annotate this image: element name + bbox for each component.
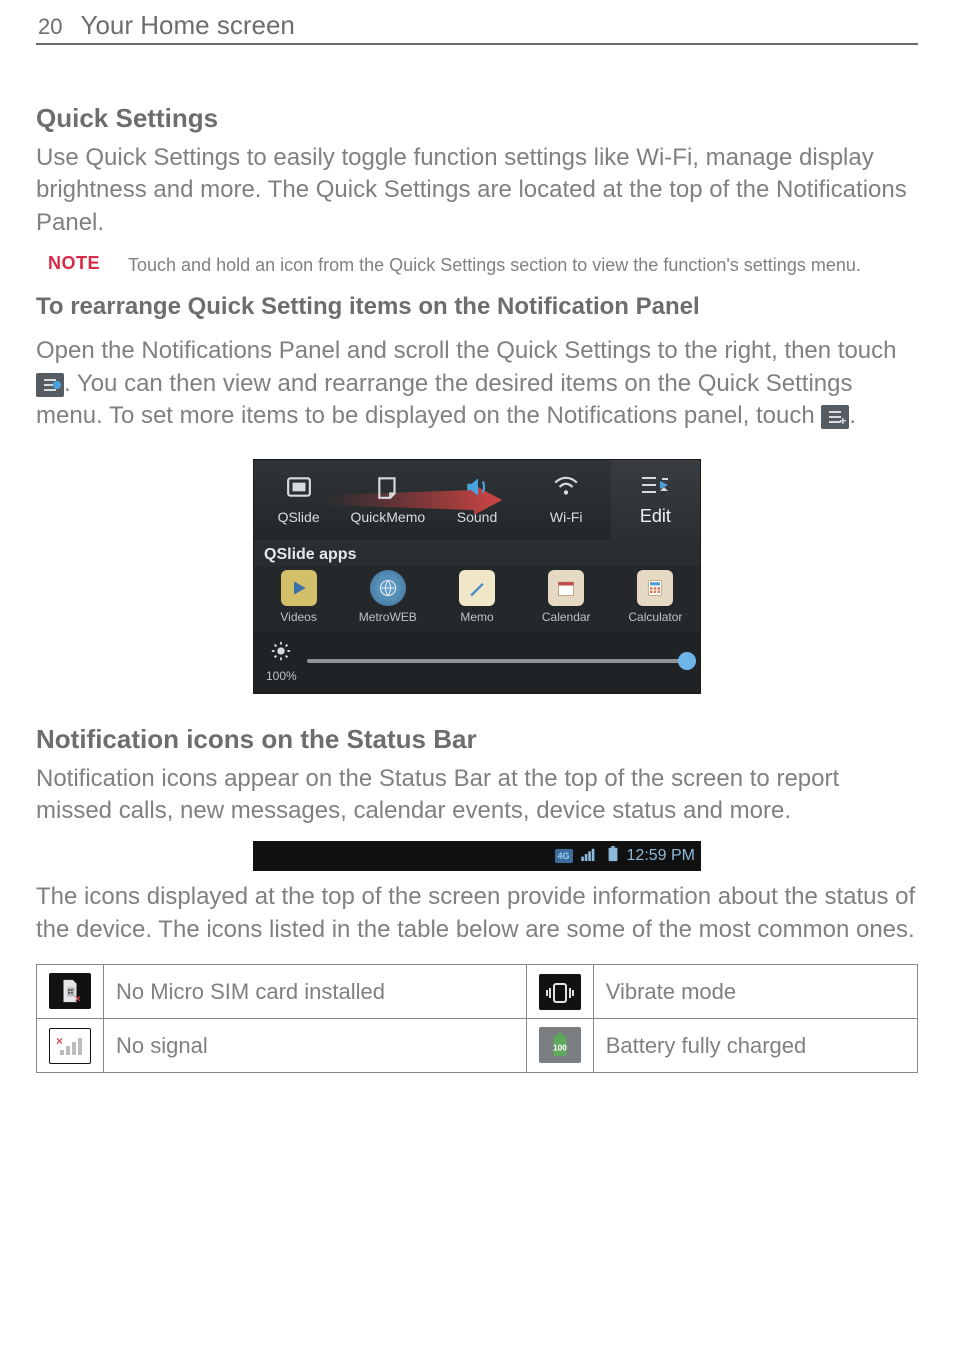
metroweb-icon [370,570,406,606]
app-label: MetroWEB [359,610,417,624]
rearrange-text-c: . [849,402,856,429]
qs-item-sound: Sound [432,460,521,540]
qslide-apps-title: QSlide apps [254,540,700,566]
quickmemo-icon [375,474,401,505]
qs-edit-button: Edit [611,460,700,540]
app-label: Videos [280,610,316,624]
icon-desc: Vibrate mode [593,965,917,1019]
icon-cell-batt-full: 100 [526,1019,593,1073]
videos-icon [281,570,317,606]
quick-settings-row: QSlide QuickMemo Sound Wi-Fi [254,460,700,540]
app-label: Calendar [542,610,591,624]
notification-icons-heading: Notification icons on the Status Bar [36,724,918,755]
rearrange-text-b: . You can then view and rearrange the de… [36,370,852,429]
icon-cell-vibrate [526,965,593,1019]
no-sim-icon: × [49,973,91,1009]
icon-desc: Battery fully charged [593,1019,917,1073]
edit-icon [640,473,670,502]
sound-icon [464,474,490,505]
signal-icon [581,847,599,866]
svg-text:100: 100 [553,1043,567,1053]
qs-label: QuickMemo [350,509,425,525]
edit-label: Edit [640,506,671,527]
battery-icon [607,846,619,867]
quick-settings-heading: Quick Settings [36,103,918,134]
app-label: Memo [460,610,493,624]
note-text: Touch and hold an icon from the Quick Se… [128,253,861,277]
app-metroweb: MetroWEB [343,570,432,624]
qslide-icon [286,474,312,505]
no-signal-icon: × [49,1028,91,1064]
status-icons-table: × No Micro SIM card installed Vibrate mo… [36,964,918,1073]
quick-settings-panel-figure: QSlide QuickMemo Sound Wi-Fi [253,459,701,694]
table-row: × No Micro SIM card installed Vibrate mo… [37,965,918,1019]
note-label: NOTE [48,253,100,277]
app-videos: Videos [254,570,343,624]
rearrange-body: Open the Notifications Panel and scroll … [36,335,918,432]
slider-thumb [678,652,696,670]
icon-desc: No signal [104,1019,527,1073]
memo-icon [459,570,495,606]
page-title: Your Home screen [80,10,294,41]
svg-text:×: × [75,994,81,1004]
vibrate-icon [539,974,581,1010]
status-time: 12:59 PM [627,847,695,865]
icon-desc: No Micro SIM card installed [104,965,527,1019]
app-memo: Memo [432,570,521,624]
app-calculator: Calculator [611,570,700,624]
brightness-slider-row: 100% [254,632,700,693]
table-row: × No signal 100 Battery fully charged [37,1019,918,1073]
wifi-icon [553,474,579,505]
app-label: Calculator [628,610,682,624]
svg-text:×: × [56,1035,63,1048]
add-list-icon: + [821,405,849,429]
note-block: NOTE Touch and hold an icon from the Qui… [48,253,918,277]
rearrange-text-a: Open the Notifications Panel and scroll … [36,337,897,364]
qs-item-qslide: QSlide [254,460,343,540]
rearrange-subheading: To rearrange Quick Setting items on the … [36,293,918,321]
icon-cell-no-sim: × [37,965,104,1019]
icon-cell-no-signal: × [37,1019,104,1073]
page-header: 20 Your Home screen [36,10,918,45]
qs-item-wifi: Wi-Fi [522,460,611,540]
qslide-apps-row: Videos MetroWEB Memo Calendar Calculator [254,566,700,632]
page-number: 20 [38,14,62,40]
qs-label: Sound [457,509,497,525]
quick-settings-desc: Use Quick Settings to easily toggle func… [36,142,918,239]
calendar-icon [548,570,584,606]
battery-full-icon: 100 [539,1027,581,1063]
qs-item-quickmemo: QuickMemo [343,460,432,540]
qs-label: QSlide [278,509,320,525]
notification-icons-desc1: Notification icons appear on the Status … [36,763,918,828]
brightness-slider [307,659,688,663]
brightness-icon [270,640,292,667]
4g-indicator-icon: 4G [555,849,573,863]
notification-icons-desc2: The icons displayed at the top of the sc… [36,881,918,946]
calculator-icon [637,570,673,606]
status-bar-figure: 4G 12:59 PM [253,841,701,871]
qs-label: Wi-Fi [550,509,583,525]
brightness-value: 100% [266,669,297,683]
edit-list-icon [36,373,64,397]
app-calendar: Calendar [522,570,611,624]
